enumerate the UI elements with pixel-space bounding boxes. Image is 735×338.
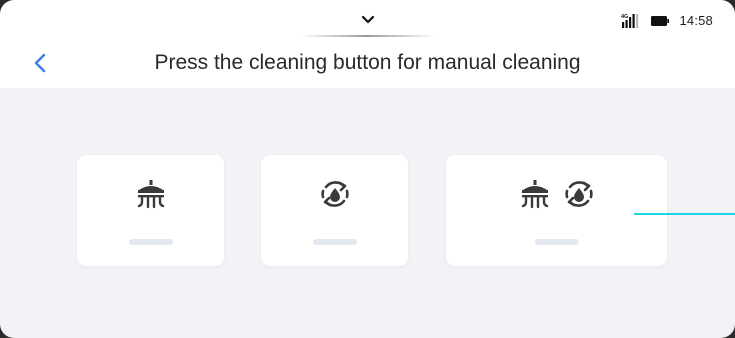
battery-icon bbox=[651, 15, 670, 26]
frame-corner bbox=[721, 324, 735, 338]
shower-spray-icon bbox=[137, 180, 164, 209]
network-type-label: 4G bbox=[621, 14, 628, 20]
mode-indicator-bar bbox=[534, 239, 579, 245]
frame-corner bbox=[0, 0, 14, 14]
cleaning-mode-panel bbox=[0, 88, 735, 338]
page-title: Press the cleaning button for manual cle… bbox=[154, 51, 581, 74]
signal-icon: 4G bbox=[621, 14, 639, 28]
water-cycle-icon bbox=[564, 181, 593, 207]
mode-indicator-bar bbox=[312, 239, 357, 245]
status-indicators: 4G 14:58 bbox=[621, 13, 713, 28]
spray-and-recycle-cleaning-button[interactable] bbox=[446, 155, 667, 266]
water-cycle-icon bbox=[320, 181, 349, 207]
mode-indicator-bar bbox=[128, 239, 173, 245]
frame-corner bbox=[721, 0, 735, 14]
frame-corner bbox=[0, 324, 14, 338]
chevron-down-icon[interactable] bbox=[361, 14, 375, 26]
recycle-cleaning-button[interactable] bbox=[261, 155, 408, 266]
shower-spray-icon bbox=[521, 180, 548, 209]
annotation-pointer-line bbox=[634, 213, 735, 215]
status-bar: 4G 14:58 bbox=[0, 0, 735, 40]
app-screen: 4G 14:58 Press the cleaning button for m… bbox=[0, 0, 735, 338]
clock: 14:58 bbox=[679, 13, 713, 28]
header: Press the cleaning button for manual cle… bbox=[0, 40, 735, 88]
spray-cleaning-button[interactable] bbox=[77, 155, 224, 266]
pull-down-handle[interactable] bbox=[300, 35, 435, 37]
